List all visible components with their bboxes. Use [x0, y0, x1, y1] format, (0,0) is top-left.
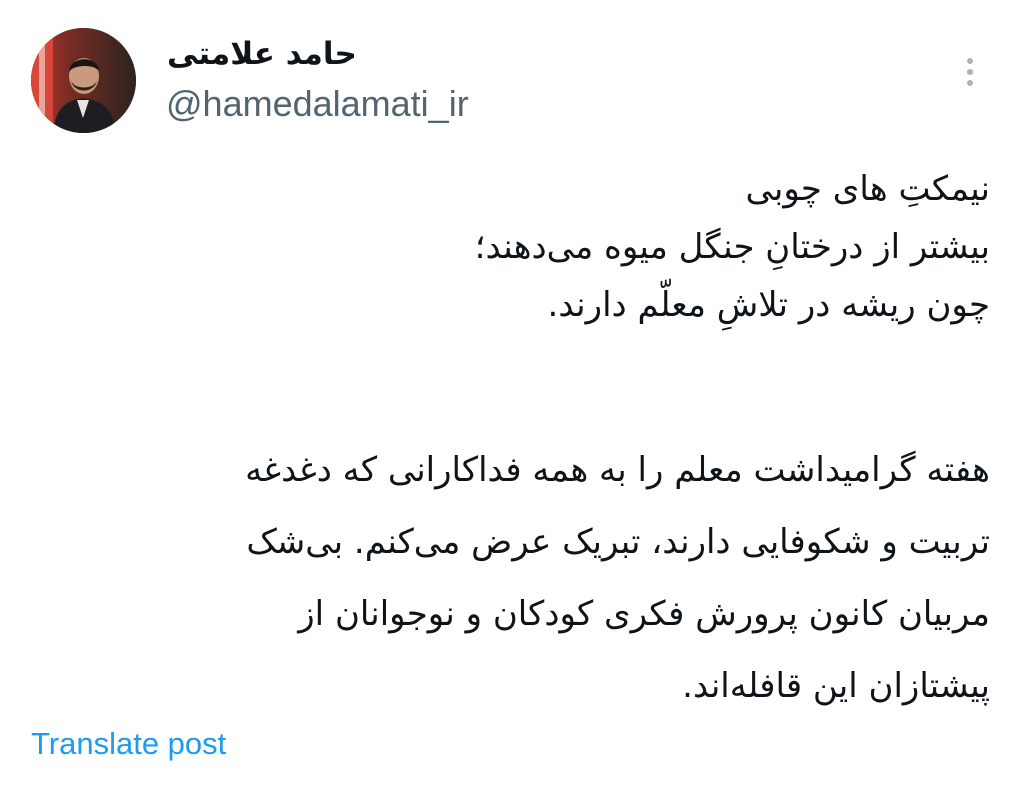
translate-post-link[interactable]: Translate post	[31, 724, 226, 764]
more-dot	[967, 69, 973, 75]
author-display-name[interactable]: حامد علامتی	[167, 34, 357, 74]
tweet-paragraph-message: هفته گرامیداشت معلم را به همه فداکارانی …	[90, 434, 990, 722]
tweet-line: مربیان کانون پرورش فکری کودکان و نوجوانا…	[298, 594, 990, 634]
tweet-paragraph-poem: نیمکتِ های چوبی بیشتر از درختانِ جنگل می…	[90, 160, 990, 334]
more-dot	[967, 80, 973, 86]
tweet-line: بیشتر از درختانِ جنگل میوه می‌دهند؛	[474, 227, 990, 267]
tweet-card: حامد علامتی @hamedalamati_ir نیمکتِ های …	[0, 0, 1024, 809]
tweet-line: نیمکتِ های چوبی	[745, 169, 990, 209]
author-avatar[interactable]	[31, 28, 136, 133]
more-dot	[967, 58, 973, 64]
tweet-line: تربیت و شکوفایی دارند، تبریک عرض می‌کنم.…	[246, 522, 990, 562]
tweet-line: چون ریشه در تلاشِ معلّم دارند.	[547, 285, 990, 325]
tweet-line: هفته گرامیداشت معلم را به همه فداکارانی …	[245, 450, 990, 490]
more-options-icon[interactable]	[956, 52, 984, 92]
tweet-text: نیمکتِ های چوبی بیشتر از درختانِ جنگل می…	[90, 160, 990, 722]
avatar-photo-icon	[31, 28, 136, 133]
author-handle[interactable]: @hamedalamati_ir	[166, 82, 469, 126]
tweet-line: پیشتازان این قافله‌اند.	[682, 666, 990, 706]
